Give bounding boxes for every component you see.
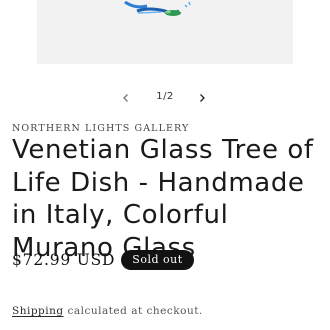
- product-title: Venetian Glass Tree of Life Dish - Handm…: [12, 135, 314, 263]
- chevron-left-icon[interactable]: [116, 88, 136, 108]
- slide-counter: 1/2: [156, 91, 174, 102]
- chevron-right-icon[interactable]: [192, 88, 212, 108]
- price-row: $72.99 USD Sold out: [12, 248, 194, 272]
- glass-dish-image: [37, 0, 293, 64]
- vendor-name: NORTHERN LIGHTS GALLERY: [12, 123, 190, 134]
- shipping-text: calculated at checkout.: [63, 305, 203, 317]
- product-image[interactable]: [37, 0, 293, 64]
- shipping-note: Shipping calculated at checkout.: [12, 305, 203, 317]
- sold-out-badge: Sold out: [121, 250, 194, 270]
- product-price: $72.99 USD: [12, 251, 116, 269]
- shipping-link[interactable]: Shipping: [12, 305, 64, 317]
- image-slider-controls: 1/2: [0, 86, 330, 110]
